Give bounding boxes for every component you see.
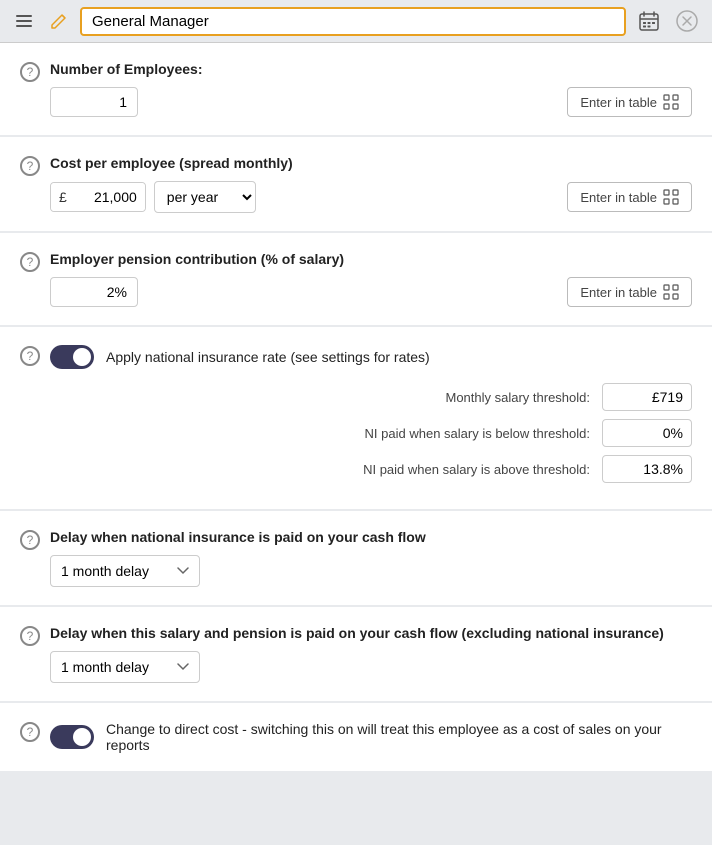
- num-employees-input[interactable]: [50, 87, 138, 117]
- ni-threshold-row: Monthly salary threshold:: [50, 383, 692, 411]
- hamburger-icon: [14, 11, 34, 31]
- menu-icon-button[interactable]: [10, 7, 38, 35]
- cost-input-wrap: £: [50, 182, 146, 212]
- currency-symbol: £: [51, 183, 73, 211]
- pencil-icon: [50, 12, 68, 30]
- delay-ni-help-icon[interactable]: ?: [20, 530, 40, 550]
- close-button[interactable]: [672, 6, 702, 36]
- pension-label: Employer pension contribution (% of sala…: [50, 251, 692, 267]
- ni-details-table: Monthly salary threshold: NI paid when s…: [50, 383, 692, 483]
- ni-threshold-input[interactable]: [602, 383, 692, 411]
- num-employees-help-icon[interactable]: ?: [20, 62, 40, 82]
- top-bar: [0, 0, 712, 43]
- pension-help-icon[interactable]: ?: [20, 252, 40, 272]
- ni-above-label: NI paid when salary is above threshold:: [50, 462, 602, 477]
- num-employees-enter-table-button[interactable]: Enter in table: [567, 87, 692, 117]
- pension-grid-icon: [663, 284, 679, 300]
- direct-cost-section: ? Change to direct cost - switching this…: [0, 703, 712, 771]
- num-employees-section: ? Number of Employees: Enter in table: [0, 43, 712, 135]
- calendar-icon: [638, 10, 660, 32]
- delay-ni-select[interactable]: 1 month delay 0 month delay 2 month dela…: [50, 555, 200, 587]
- delay-ni-label: Delay when national insurance is paid on…: [50, 529, 692, 545]
- pension-enter-table-button[interactable]: Enter in table: [567, 277, 692, 307]
- ni-above-row: NI paid when salary is above threshold:: [50, 455, 692, 483]
- direct-cost-toggle[interactable]: [50, 725, 94, 749]
- direct-cost-toggle-container: Change to direct cost - switching this o…: [50, 721, 692, 753]
- calendar-icon-button[interactable]: [634, 6, 664, 36]
- pension-section: ? Employer pension contribution (% of sa…: [0, 233, 712, 325]
- cost-amount-input[interactable]: [73, 183, 145, 211]
- title-input[interactable]: [80, 7, 626, 36]
- ni-toggle-slider: [50, 345, 94, 369]
- delay-salary-section: ? Delay when this salary and pension is …: [0, 607, 712, 701]
- ni-help-icon[interactable]: ?: [20, 346, 40, 366]
- ni-toggle[interactable]: [50, 345, 94, 369]
- ni-below-input[interactable]: [602, 419, 692, 447]
- cost-help-icon[interactable]: ?: [20, 156, 40, 176]
- ni-below-label: NI paid when salary is below threshold:: [50, 426, 602, 441]
- edit-icon-button[interactable]: [46, 8, 72, 34]
- cost-grid-icon: [663, 189, 679, 205]
- delay-salary-help-icon[interactable]: ?: [20, 626, 40, 646]
- ni-above-input[interactable]: [602, 455, 692, 483]
- direct-cost-label: Change to direct cost - switching this o…: [106, 721, 692, 753]
- direct-cost-help-icon[interactable]: ?: [20, 722, 40, 742]
- ni-toggle-label: Apply national insurance rate (see setti…: [106, 349, 430, 365]
- cost-per-employee-section: ? Cost per employee (spread monthly) £ p…: [0, 137, 712, 231]
- close-icon: [676, 10, 698, 32]
- cost-label: Cost per employee (spread monthly): [50, 155, 692, 171]
- delay-salary-label: Delay when this salary and pension is pa…: [50, 625, 692, 641]
- delay-salary-select[interactable]: 1 month delay 0 month delay 2 month dela…: [50, 651, 200, 683]
- cost-enter-table-button[interactable]: Enter in table: [567, 182, 692, 212]
- ni-below-row: NI paid when salary is below threshold:: [50, 419, 692, 447]
- delay-ni-section: ? Delay when national insurance is paid …: [0, 511, 712, 605]
- grid-icon: [663, 94, 679, 110]
- ni-toggle-container: Apply national insurance rate (see setti…: [50, 345, 692, 369]
- period-select[interactable]: per year per month: [154, 181, 256, 213]
- direct-cost-toggle-slider: [50, 725, 94, 749]
- ni-threshold-label: Monthly salary threshold:: [50, 390, 602, 405]
- pension-input[interactable]: [50, 277, 138, 307]
- ni-section: ? Apply national insurance rate (see set…: [0, 327, 712, 509]
- num-employees-label: Number of Employees:: [50, 61, 692, 77]
